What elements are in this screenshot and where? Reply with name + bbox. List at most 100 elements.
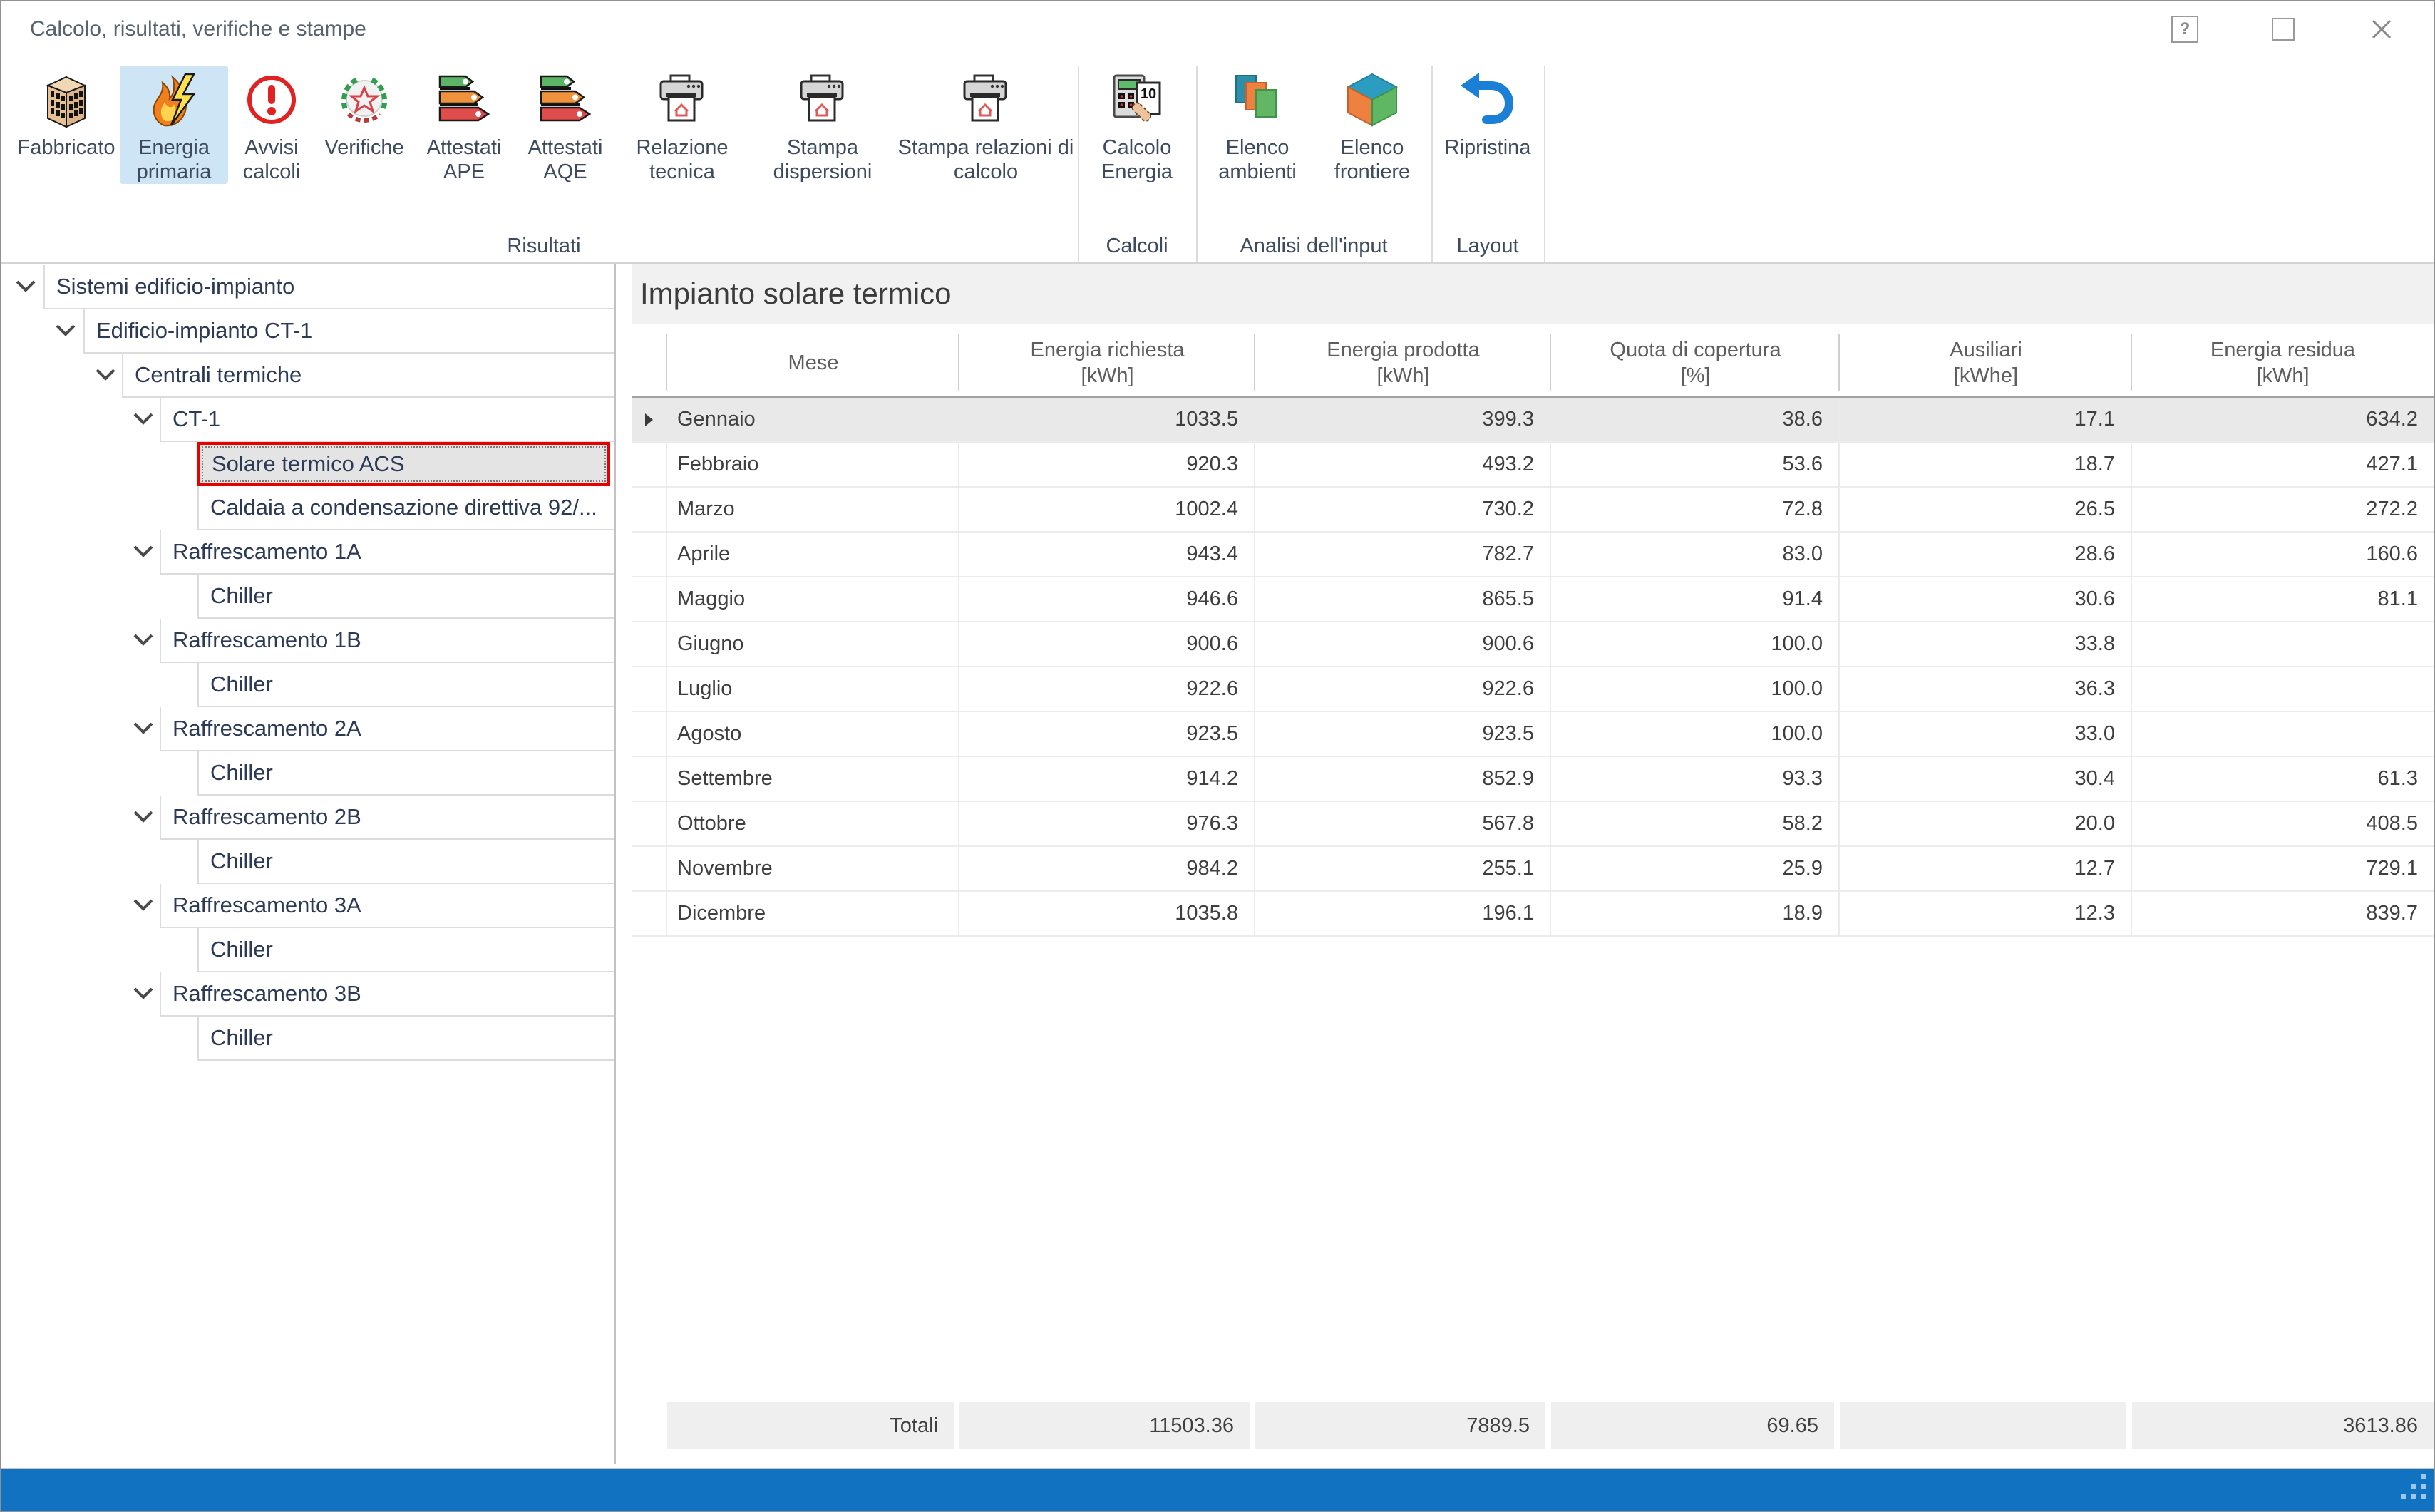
ribbon-button-label: Energia primaria	[120, 135, 228, 184]
tree-item-caldaia-condensazione[interactable]: Caldaia a condensazione direttiva 92/...	[1, 486, 614, 530]
table-row[interactable]: Novembre 984.2 255.1 25.9 12.7 729.1	[632, 847, 2434, 892]
tree-item-label: Chiller	[210, 848, 273, 873]
chevron-down-icon[interactable]	[53, 322, 78, 339]
tree-item-raffrescamento-2b[interactable]: Raffrescamento 2B	[1, 796, 614, 840]
table-row[interactable]: Settembre 914.2 852.9 93.3 30.4 61.3	[632, 757, 2434, 802]
tree-item-chiller[interactable]: Chiller	[1, 928, 614, 972]
chevron-down-icon[interactable]	[131, 984, 155, 1002]
ribbon-button-calcolo-energia[interactable]: 10 Calcolo Energia	[1081, 66, 1193, 184]
table-row[interactable]: Febbraio 920.3 493.2 53.6 18.7 427.1	[632, 443, 2434, 488]
chevron-down-icon[interactable]	[131, 719, 155, 736]
tree-item-ct-1[interactable]: CT-1	[1, 398, 614, 442]
row-indicator	[632, 712, 667, 757]
row-indicator	[632, 443, 667, 488]
ribbon-button-avvisi-calcoli[interactable]: Avvisi calcoli	[228, 66, 315, 184]
tree-item-label: Raffrescamento 1A	[173, 539, 361, 564]
energy-flame-icon	[144, 70, 204, 130]
header-energia-residua[interactable]: Energia residua [kWh]	[2132, 329, 2434, 396]
totals-ausiliari	[1840, 1402, 2132, 1449]
tree-item-label: CT-1	[173, 406, 220, 431]
ribbon-group-label: Calcoli	[1081, 227, 1193, 258]
chevron-down-icon[interactable]	[14, 277, 38, 294]
emblem-icon	[334, 70, 394, 130]
tree-item-chiller[interactable]: Chiller	[1, 575, 614, 619]
table-row[interactable]: Marzo 1002.4 730.2 72.8 26.5 272.2	[632, 488, 2434, 533]
totals-label: Totali	[667, 1402, 959, 1449]
chevron-down-icon[interactable]	[131, 542, 155, 560]
ribbon-button-stampa-dispersioni[interactable]: Stampa dispersioni	[748, 66, 897, 184]
ribbon-button-elenco-ambienti[interactable]: Elenco ambienti	[1199, 66, 1316, 184]
ribbon-button-elenco-frontiere[interactable]: Elenco frontiere	[1316, 66, 1428, 184]
maximize-icon[interactable]	[2270, 16, 2297, 43]
tree-item-chiller[interactable]: Chiller	[1, 1017, 614, 1061]
tree-item-sistemi-edificio-impianto[interactable]: Sistemi edificio-impianto	[1, 265, 614, 309]
ribbon-button-attestati-ape[interactable]: Attestati APE	[413, 66, 515, 184]
table-header: Mese Energia richiesta [kWh] Energia pro…	[632, 329, 2434, 398]
table-row[interactable]: Giugno 900.6 900.6 100.0 33.8	[632, 622, 2434, 667]
header-energia-prodotta[interactable]: Energia prodotta [kWh]	[1255, 329, 1551, 396]
ribbon-button-label: Verifiche	[324, 135, 403, 160]
close-icon[interactable]	[2368, 16, 2395, 43]
totals-richiesta: 11503.36	[959, 1402, 1255, 1449]
ribbon-button-label: Attestati AQE	[515, 135, 616, 184]
tree-item-centrali-termiche[interactable]: Centrali termiche	[1, 354, 614, 398]
table-row[interactable]: Aprile 943.4 782.7 83.0 28.6 160.6	[632, 533, 2434, 577]
table-row[interactable]: Ottobre 976.3 567.8 58.2 20.0 408.5	[632, 802, 2434, 847]
ribbon-group-calcoli: 10 Calcolo Energia Calcoli	[1079, 66, 1198, 262]
printer-icon	[793, 70, 853, 130]
ribbon-button-verifiche[interactable]: Verifiche	[315, 66, 413, 160]
ribbon-button-energia-primaria[interactable]: Energia primaria	[120, 66, 228, 184]
header-energia-richiesta[interactable]: Energia richiesta [kWh]	[959, 329, 1255, 396]
chevron-down-icon[interactable]	[131, 410, 155, 427]
row-indicator	[632, 667, 667, 712]
table-row[interactable]: Gennaio 1033.5 399.3 38.6 17.1 634.2	[632, 398, 2434, 443]
table-row[interactable]: Maggio 946.6 865.5 91.4 30.6 81.1	[632, 577, 2434, 622]
totals-prodotta: 7889.5	[1255, 1402, 1551, 1449]
tree-item-raffrescamento-3a[interactable]: Raffrescamento 3A	[1, 884, 614, 928]
tree-item-label: Raffrescamento 2B	[173, 804, 361, 829]
tree-item-raffrescamento-1b[interactable]: Raffrescamento 1B	[1, 619, 614, 663]
tree-item-chiller[interactable]: Chiller	[1, 663, 614, 707]
tree-item-raffrescamento-2a[interactable]: Raffrescamento 2A	[1, 707, 614, 751]
ribbon-button-label: Elenco frontiere	[1316, 135, 1428, 184]
ribbon-button-relazione-tecnica[interactable]: Relazione tecnica	[616, 66, 748, 184]
tree-item-label: Caldaia a condensazione direttiva 92/...	[210, 495, 597, 520]
table-row[interactable]: Agosto 923.5 923.5 100.0 33.0	[632, 712, 2434, 757]
tree-item-edificio-impianto-ct-1[interactable]: Edificio-impianto CT-1	[1, 309, 614, 354]
tree-item-label: Chiller	[210, 937, 273, 962]
ribbon-toolbar: Fabbricato Energia primaria	[1, 57, 2434, 264]
tree-item-label: Centrali termiche	[135, 362, 302, 387]
printer-icon	[652, 70, 712, 130]
table-row[interactable]: Dicembre 1035.8 196.1 18.9 12.3 839.7	[632, 892, 2434, 937]
warning-icon	[242, 70, 302, 130]
pages-icon	[1227, 70, 1287, 130]
ribbon-button-ripristina[interactable]: Ripristina	[1434, 66, 1541, 160]
table-row[interactable]: Luglio 922.6 922.6 100.0 36.3	[632, 667, 2434, 712]
header-mese[interactable]: Mese	[667, 329, 959, 396]
header-quota-copertura[interactable]: Quota di copertura [%]	[1551, 329, 1840, 396]
tree-item-label: Chiller	[210, 760, 273, 785]
row-indicator	[632, 577, 667, 622]
totals-quota: 69.65	[1551, 1402, 1840, 1449]
ribbon-button-attestati-aqe[interactable]: Attestati AQE	[515, 66, 616, 184]
tree-item-chiller[interactable]: Chiller	[1, 840, 614, 884]
chevron-down-icon[interactable]	[131, 896, 155, 913]
chevron-down-icon[interactable]	[93, 366, 118, 383]
ribbon-button-stampa-relazioni-di-calcolo[interactable]: Stampa relazioni di calcolo	[897, 66, 1075, 184]
undo-icon	[1458, 70, 1518, 130]
help-icon[interactable]: ?	[2171, 16, 2198, 43]
resize-grip-icon[interactable]	[2398, 1471, 2429, 1506]
window-title: Calcolo, risultati, verifiche e stampe	[30, 17, 366, 41]
tree-item-raffrescamento-3b[interactable]: Raffrescamento 3B	[1, 972, 614, 1017]
status-bar	[1, 1469, 2434, 1511]
tree-item-chiller[interactable]: Chiller	[1, 751, 614, 796]
chevron-down-icon[interactable]	[131, 808, 155, 825]
tree-item-solare-termico-acs[interactable]: Solare termico ACS	[1, 442, 614, 486]
ribbon-button-fabbricato[interactable]: Fabbricato	[13, 66, 120, 160]
header-ausiliari[interactable]: Ausiliari [kWhe]	[1840, 329, 2132, 396]
tree-item-raffrescamento-1a[interactable]: Raffrescamento 1A	[1, 530, 614, 575]
building-icon	[36, 70, 96, 130]
chevron-down-icon[interactable]	[131, 631, 155, 648]
results-panel: Impianto solare termico Mese Energia ric…	[632, 264, 2434, 1464]
title-bar: Calcolo, risultati, verifiche e stampe ?	[1, 1, 2434, 57]
